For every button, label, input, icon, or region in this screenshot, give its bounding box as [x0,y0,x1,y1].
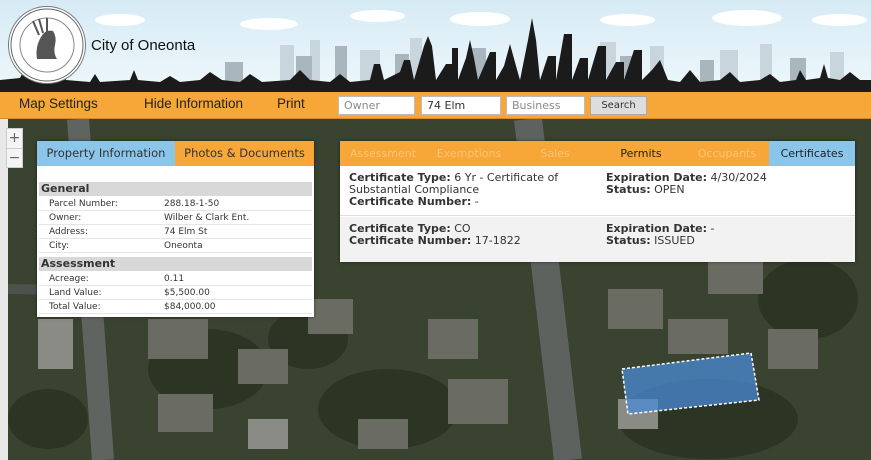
owner-search-input[interactable] [338,96,415,115]
acreage-row: Acreage: 0.11 [39,272,312,286]
owner-row: Owner: Wilber & Clark Ent. [39,211,312,225]
certificate-status: OPEN [654,183,685,196]
search-button[interactable]: Search [590,96,647,115]
row-label: Owner: [49,213,82,223]
assessment-section-header: Assessment [39,257,312,271]
tab-photos-documents[interactable]: Photos & Documents [175,141,314,166]
row-value: $5,500.00 [164,288,210,298]
city-name[interactable]: City of Oneonta [91,37,195,54]
certificate-number: - [474,195,479,208]
tab-assessment[interactable]: Assessment [340,141,426,166]
tab-property-information[interactable]: Property Information [37,141,175,166]
map-settings-button[interactable]: Map Settings [19,96,98,111]
zoom-in-button[interactable]: + [7,129,22,149]
city-seal-logo [8,6,86,84]
expiration-date: 4/30/2024 [710,171,767,184]
zoom-control: + − [6,128,23,168]
field-label: Certificate Number: [349,195,472,208]
left-gutter [0,119,8,460]
field-label: Status: [606,183,651,196]
field-label: Status: [606,234,651,247]
toolbar: Map Settings Hide Information Print Sear… [0,92,871,119]
zoom-out-button[interactable]: − [7,149,22,168]
total-value-row: Total Value: $84,000.00 [39,300,312,314]
certificate-record: Certificate Type: CO Certificate Number:… [340,217,855,262]
address-search-input[interactable] [421,96,501,115]
hide-information-button[interactable]: Hide Information [144,96,243,111]
business-search-input[interactable] [506,96,585,115]
row-label: Acreage: [49,274,89,284]
property-panel: Property Information Photos & Documents … [37,141,314,317]
certificate-record: Certificate Type: 6 Yr - Certificate of … [340,166,855,216]
row-label: City: [49,241,70,251]
row-value: Oneonta [164,241,203,251]
land-value-row: Land Value: $5,500.00 [39,286,312,300]
tab-exemptions[interactable]: Exemptions [426,141,512,166]
tab-permits[interactable]: Permits [598,141,684,166]
tab-certificates[interactable]: Certificates [769,141,855,166]
field-label: Certificate Number: [349,234,472,247]
records-tabs: Assessment Exemptions Sales Permits Occu… [340,141,855,166]
site-header: City of Oneonta [0,0,871,92]
records-panel: Assessment Exemptions Sales Permits Occu… [340,141,855,262]
row-label: Address: [49,227,88,237]
row-label: Total Value: [49,302,101,312]
parcel-number-row: Parcel Number: 288.18-1-50 [39,197,312,211]
row-label: Parcel Number: [49,199,118,209]
row-value: 74 Elm St [164,227,208,237]
row-value: 288.18-1-50 [164,199,220,209]
row-label: Land Value: [49,288,102,298]
print-button[interactable]: Print [277,96,305,111]
general-section-header: General [39,182,312,196]
tab-occupants[interactable]: Occupants [684,141,770,166]
tab-sales[interactable]: Sales [512,141,598,166]
certificate-number: 17-1822 [474,234,521,247]
address-row: Address: 74 Elm St [39,225,312,239]
row-value: $84,000.00 [164,302,216,312]
row-value: Wilber & Clark Ent. [164,213,250,223]
expiration-date: - [710,222,715,235]
row-value: 0.11 [164,274,185,284]
city-row: City: Oneonta [39,239,312,253]
certificate-status: ISSUED [654,234,695,247]
